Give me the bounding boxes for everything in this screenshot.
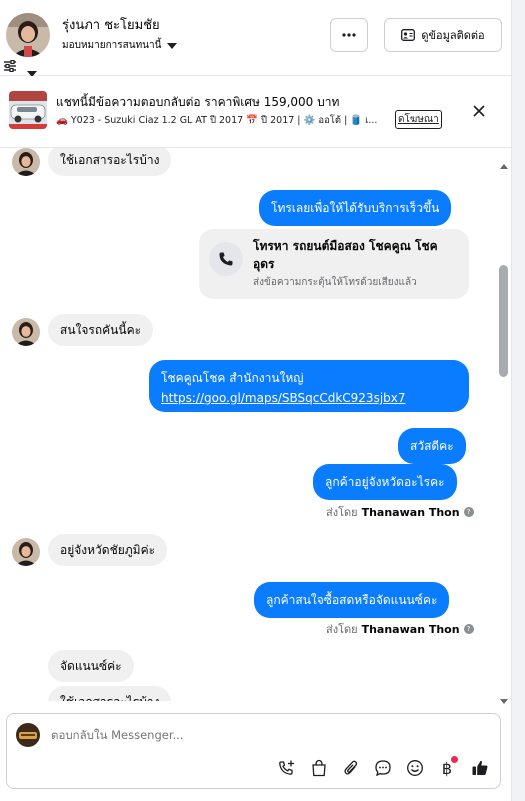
thumbs-up-icon[interactable] bbox=[470, 758, 490, 778]
chevron-down-icon bbox=[167, 42, 178, 49]
incoming-message[interactable]: ใช้เอกสารอะไรบ้าง bbox=[48, 686, 172, 701]
scrollbar-thumb[interactable] bbox=[499, 265, 508, 377]
reply-input[interactable] bbox=[51, 728, 451, 742]
messenger-panel: รุ่งนภา ชะโยมชัย มอบหมายการสนทนานี้ ดูข้… bbox=[0, 0, 511, 801]
maps-link[interactable]: https://goo.gl/maps/SBSqcCdkC923sjbx7 bbox=[161, 391, 406, 405]
contact-name[interactable]: รุ่งนภา ชะโยมชัย bbox=[62, 14, 160, 35]
paperclip-icon[interactable] bbox=[341, 758, 361, 778]
page-avatar bbox=[16, 723, 40, 747]
info-icon[interactable]: ? bbox=[463, 507, 474, 517]
sliders-icon[interactable] bbox=[3, 57, 17, 76]
call-request-card[interactable]: โทรหา รถยนต์มือสอง โชคคูณ โชค อุดร ส่งข้… bbox=[199, 229, 469, 299]
outgoing-location-message[interactable]: โชคคูณโชค สำนักงานใหญ่ https://goo.gl/ma… bbox=[149, 360, 469, 412]
window-edge bbox=[511, 0, 525, 801]
conversation-header: รุ่งนภา ชะโยมชัย มอบหมายการสนทนานี้ ดูข้… bbox=[0, 0, 511, 77]
call-card-subtitle: ส่งข้อความกระตุ้นให้โทรด้วยเสียงแล้ว bbox=[253, 277, 417, 288]
baht-icon[interactable]: ฿ bbox=[437, 756, 458, 778]
phone-icon bbox=[209, 242, 243, 276]
ellipsis-icon bbox=[342, 33, 356, 37]
sender-avatar bbox=[12, 318, 40, 346]
notification-dot bbox=[451, 756, 458, 763]
assign-label: มอบหมายการสนทนานี้ bbox=[62, 40, 162, 51]
sender-avatar bbox=[12, 148, 40, 176]
more-options-button[interactable] bbox=[330, 18, 368, 52]
outgoing-message[interactable]: ลูกค้าอยู่จังหวัดอะไรคะ bbox=[313, 464, 457, 500]
sent-by-name: Thanawan Thon bbox=[361, 505, 460, 519]
contact-card-icon bbox=[401, 29, 416, 41]
incoming-message[interactable]: สนใจรถคันนี้คะ bbox=[48, 314, 154, 346]
call-card-title: โทรหา รถยนต์มือสอง โชคคูณ โชค อุดร bbox=[253, 239, 438, 271]
incoming-message[interactable]: จัดแนนซ์ค่ะ bbox=[48, 650, 134, 682]
sent-by-name: Thanawan Thon bbox=[361, 622, 460, 636]
sent-by-prefix: ส่งโดย bbox=[326, 506, 358, 519]
ad-details: 🚗 Y023 - Suzuki Ciaz 1.2 GL AT ปี 2017 📅… bbox=[56, 115, 378, 126]
sender-avatar bbox=[12, 538, 40, 566]
assign-conversation-dropdown[interactable]: มอบหมายการสนทนานี้ bbox=[62, 38, 178, 53]
outgoing-message[interactable]: สวัสดีคะ bbox=[398, 428, 466, 464]
incoming-message[interactable]: อยู่จังหวัดชัยภูมิค่ะ bbox=[48, 534, 168, 566]
add-call-icon[interactable] bbox=[277, 758, 297, 778]
chat-scrollbar[interactable] bbox=[497, 148, 509, 701]
chat-bubble-icon[interactable] bbox=[373, 758, 393, 778]
outgoing-message[interactable]: ลูกค้าสนใจซื้อสดหรือจัดแนนซ์คะ bbox=[254, 582, 450, 618]
sent-by-label: ส่งโดย Thanawan Thon ? bbox=[326, 620, 474, 638]
sent-by-label: ส่งโดย Thanawan Thon ? bbox=[326, 503, 474, 521]
info-icon[interactable]: ? bbox=[463, 624, 474, 634]
contact-avatar[interactable] bbox=[6, 13, 50, 57]
scroll-down-icon[interactable] bbox=[500, 689, 508, 708]
view-contact-button[interactable]: ดูข้อมูลติดต่อ bbox=[384, 18, 502, 52]
ad-thumbnail bbox=[9, 91, 47, 129]
ad-title: แชทนี้มีข้อความตอบกลับต่อ ราคาพิเศษ 159,… bbox=[56, 95, 340, 109]
scroll-up-icon[interactable] bbox=[500, 154, 508, 173]
outgoing-message[interactable]: โทรเลยเพื่อให้ได้รับบริการเร็วขึ้น bbox=[259, 190, 452, 226]
ad-reference-banner: แชทนี้มีข้อความตอบกลับต่อ ราคาพิเศษ 159,… bbox=[0, 76, 511, 148]
sent-by-prefix: ส่งโดย bbox=[326, 623, 358, 636]
emoji-icon[interactable] bbox=[405, 758, 425, 778]
close-icon[interactable] bbox=[470, 102, 488, 120]
location-name: โชคคูณโชค สำนักงานใหญ่ bbox=[161, 371, 304, 385]
shopping-bag-icon[interactable] bbox=[309, 758, 329, 778]
view-contact-label: ดูข้อมูลติดต่อ bbox=[421, 29, 485, 42]
reply-composer: ฿ bbox=[6, 713, 501, 789]
incoming-message[interactable]: ใช้เอกสารอะไรบ้าง bbox=[48, 148, 172, 176]
message-thread[interactable]: ใช้เอกสารอะไรบ้าง โทรเลยเพื่อให้ได้รับบร… bbox=[0, 148, 511, 701]
view-ad-link[interactable]: ดโฆษณา bbox=[395, 110, 442, 129]
